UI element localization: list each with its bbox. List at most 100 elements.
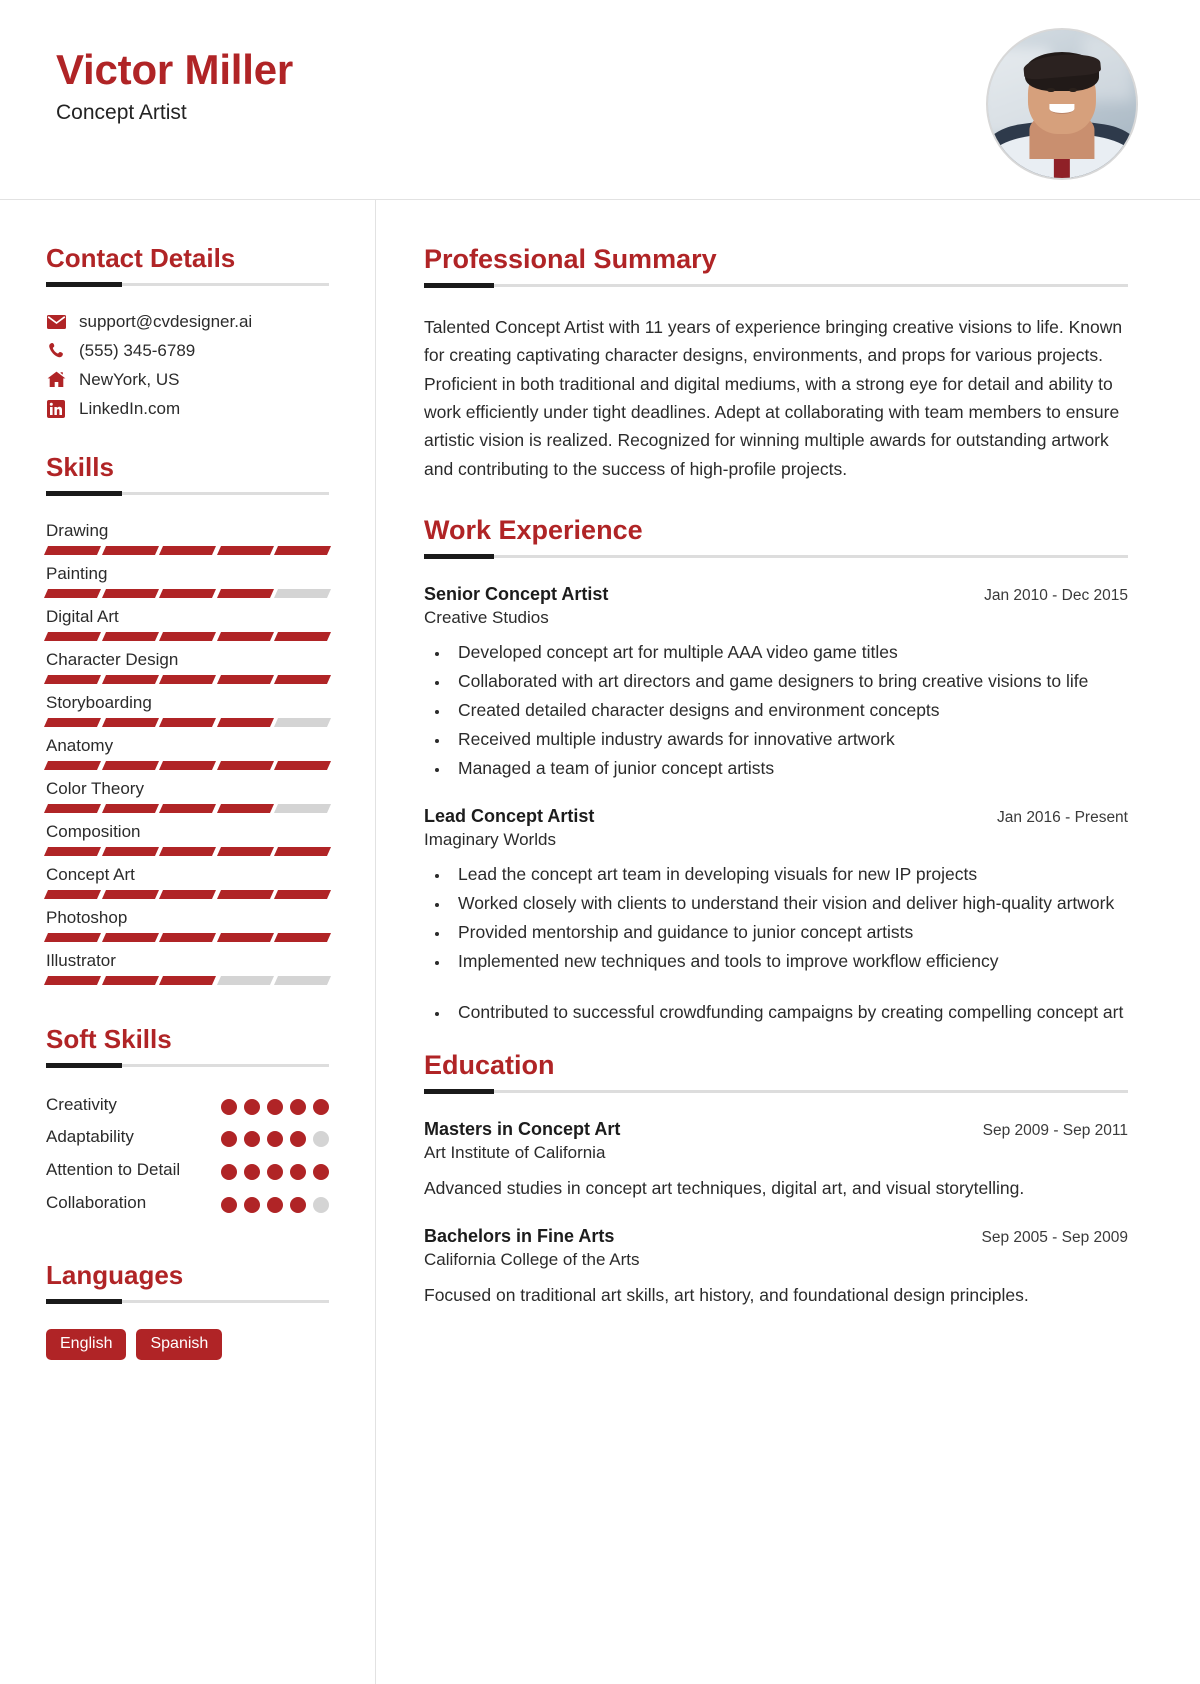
- date-range: Jan 2016 - Present: [997, 808, 1128, 826]
- education-description: Advanced studies in concept art techniqu…: [424, 1177, 1025, 1198]
- rating-dot: [267, 1131, 283, 1148]
- skills-list: Drawing Painting Digital Art Character Desi…: [43, 520, 331, 985]
- education-entries: Masters in Concept Art Sep 2009 - Sep 201…: [424, 1119, 1128, 1310]
- skill-segment: [43, 846, 101, 856]
- company-name: Creative Studios: [424, 608, 549, 628]
- job-title-text: Senior Concept Artist: [424, 584, 609, 605]
- skill-label: Drawing: [46, 520, 109, 540]
- soft-skill-rating: [221, 1125, 329, 1148]
- skill-segment: [216, 760, 274, 770]
- section-heading: Work Experience: [424, 515, 643, 546]
- rating-dot: [313, 1196, 329, 1213]
- skill-row: Painting: [43, 564, 331, 598]
- rating-dot: [267, 1098, 283, 1115]
- soft-skill-rating: [221, 1093, 329, 1115]
- summary-text: Talented Concept Artist with 11 years of…: [424, 317, 1123, 479]
- section-heading: Education: [424, 1049, 555, 1080]
- skill-segment: [274, 717, 331, 727]
- skill-segment: [216, 846, 274, 856]
- skill-segment: [101, 975, 159, 985]
- skill-row: Character Design: [43, 649, 331, 684]
- degree-title: Masters in Concept Art: [424, 1118, 621, 1139]
- skill-segment: [101, 545, 159, 555]
- skill-segment: [101, 674, 159, 684]
- list-item: Received multiple industry awards for in…: [450, 726, 1128, 753]
- rating-dot: [244, 1163, 260, 1180]
- skill-segment: [159, 846, 216, 856]
- job-title: Concept Artist: [56, 101, 187, 125]
- contact-item-phone[interactable]: (555) 345-6789: [46, 341, 329, 361]
- date-range: Jan 2010 - Dec 2015: [984, 587, 1128, 605]
- date-range: Sep 2005 - Sep 2009: [981, 1228, 1128, 1246]
- resume-body: Contact Details support@cvdesigner.ai (5…: [0, 200, 1200, 1684]
- skill-segment: [43, 889, 101, 899]
- list-item: Lead the concept art team in developing …: [450, 861, 1128, 888]
- skill-segment: [43, 717, 101, 727]
- work-entry: Lead Concept Artist Jan 2016 - Present Ima…: [424, 806, 1128, 1026]
- skill-segment: [43, 545, 101, 555]
- work-entries: Senior Concept Artist Jan 2010 - Dec 2015…: [424, 584, 1128, 1025]
- skill-row: Digital Art: [43, 606, 331, 641]
- skill-segment: [216, 545, 274, 555]
- list-item: Implemented new techniques and tools to …: [450, 948, 1128, 975]
- contact-item-email[interactable]: support@cvdesigner.ai: [46, 312, 329, 332]
- soft-skills-list: Creativity Adaptability Attention to Detai…: [46, 1093, 329, 1216]
- list-item: Created detailed character designs and e…: [450, 697, 1128, 724]
- institution-name: California College of the Arts: [424, 1249, 640, 1269]
- page-title: Victor Miller: [56, 46, 294, 93]
- skill-row: Drawing: [43, 520, 331, 555]
- linkedin-icon: [46, 399, 66, 419]
- skill-segment: [43, 760, 101, 770]
- skill-segment: [274, 674, 331, 684]
- degree-title: Bachelors in Fine Arts: [424, 1225, 615, 1246]
- skill-level-bar: [43, 631, 331, 641]
- skill-segment: [43, 674, 101, 684]
- skill-segment: [159, 803, 216, 813]
- institution-name: Art Institute of California: [424, 1142, 606, 1162]
- rating-dot: [313, 1131, 329, 1148]
- sidebar: Contact Details support@cvdesigner.ai (5…: [0, 200, 376, 1684]
- section-heading: Skills: [46, 451, 114, 482]
- envelope-icon: [46, 312, 66, 332]
- job-title-text: Lead Concept Artist: [424, 805, 595, 826]
- skill-segment: [159, 975, 216, 985]
- skill-label: Anatomy: [46, 735, 114, 755]
- section-skills: Skills Drawing Painting Digital Art Charact…: [43, 451, 331, 985]
- rating-dot: [244, 1098, 260, 1115]
- contact-item-location[interactable]: NewYork, US: [46, 370, 329, 390]
- skill-label: Character Design: [46, 649, 179, 669]
- language-chip[interactable]: Spanish: [136, 1329, 223, 1361]
- contact-item-linkedin[interactable]: LinkedIn.com: [46, 399, 329, 419]
- list-item: Managed a team of junior concept artists: [450, 755, 1128, 782]
- education-entry: Bachelors in Fine Arts Sep 2005 - Sep 200…: [424, 1226, 1128, 1309]
- section-heading: Professional Summary: [424, 244, 717, 274]
- list-item: Provided mentorship and guidance to juni…: [450, 919, 1128, 946]
- section-work-experience: Work Experience Senior Concept Artist Jan…: [424, 515, 1128, 1025]
- skill-segment: [274, 803, 331, 813]
- responsibility-list: Lead the concept art team in developing …: [450, 861, 1128, 975]
- skill-segment: [101, 803, 159, 813]
- rating-dot: [313, 1163, 329, 1180]
- skill-segment: [101, 760, 159, 770]
- avatar: [986, 28, 1138, 180]
- skill-segment: [274, 545, 331, 555]
- rating-dot: [313, 1098, 329, 1115]
- skill-label: Digital Art: [46, 606, 119, 626]
- skill-segment: [101, 889, 159, 899]
- section-contact-details: Contact Details support@cvdesigner.ai (5…: [46, 243, 329, 419]
- skill-segment: [159, 760, 216, 770]
- soft-skill-rating: [221, 1158, 329, 1180]
- skill-segment: [43, 631, 101, 641]
- skill-label: Storyboarding: [46, 692, 152, 712]
- skill-segment: [43, 975, 101, 985]
- soft-skill-rating: [221, 1191, 329, 1213]
- resume-page: Victor Miller Concept Artist Contact Det…: [0, 0, 1200, 1684]
- skill-segment: [101, 717, 159, 727]
- section-heading: Contact Details: [46, 243, 236, 273]
- language-chip[interactable]: English: [46, 1329, 127, 1361]
- skill-segment: [159, 674, 216, 684]
- work-entry: Senior Concept Artist Jan 2010 - Dec 2015…: [424, 584, 1128, 782]
- entry-header: Lead Concept Artist Jan 2016 - Present: [424, 806, 1128, 827]
- section-heading: Soft Skills: [46, 1023, 172, 1054]
- soft-skill-row: Attention to Detail: [46, 1158, 329, 1183]
